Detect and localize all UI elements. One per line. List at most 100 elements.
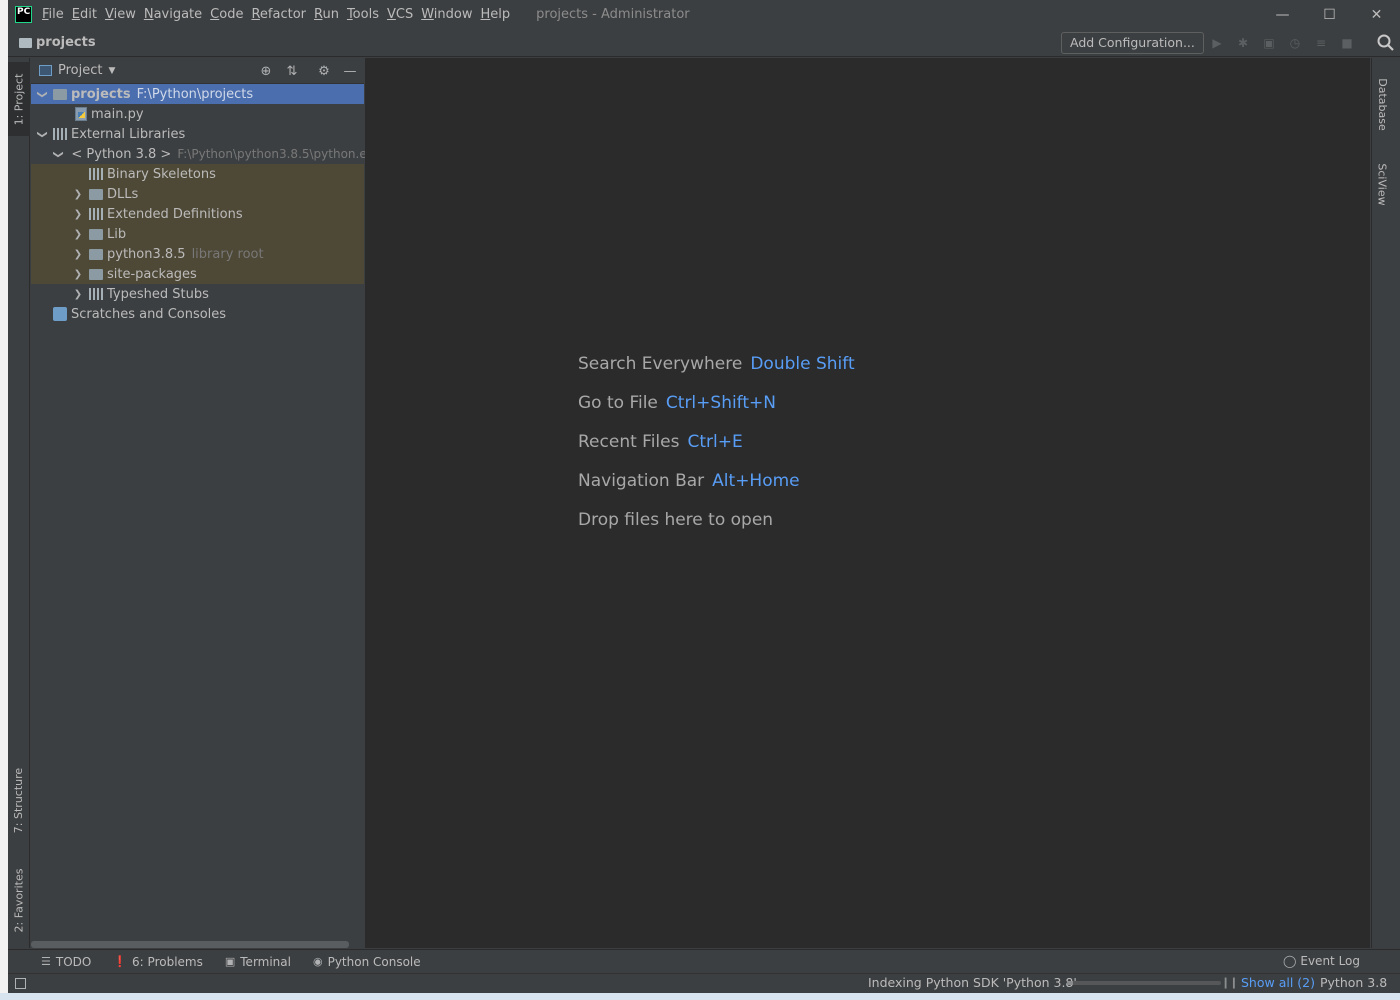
menu-view[interactable]: View	[105, 7, 136, 22]
right-tool-stripe: Database SciView	[1371, 58, 1392, 948]
tool-tab-database[interactable]: Database	[1372, 66, 1393, 142]
indexing-status: Indexing Python SDK 'Python 3.8'	[868, 975, 1077, 990]
chevron-right-icon[interactable]: ❯	[72, 189, 84, 200]
interpreter-selector[interactable]: Python 3.8	[1320, 975, 1387, 990]
tree-node-typeshed-stubs[interactable]: ❯ Typeshed Stubs	[31, 284, 364, 304]
tool-tab-todo[interactable]: ☰ TODO	[41, 955, 91, 969]
window-controls: — ☐ ✕	[1259, 0, 1400, 29]
hint-shortcut: Ctrl+Shift+N	[665, 393, 776, 413]
maximize-icon[interactable]: ☐	[1306, 0, 1353, 29]
hint-label: Navigation Bar	[578, 471, 705, 491]
gear-icon[interactable]: ⚙	[315, 62, 333, 80]
project-view-selector[interactable]: Project	[58, 63, 102, 78]
hide-icon[interactable]: —	[341, 62, 359, 80]
python-console-icon: ◉	[312, 955, 323, 968]
horizontal-scrollbar[interactable]	[31, 941, 349, 948]
chevron-right-icon[interactable]: ❯	[72, 209, 84, 220]
pause-icon[interactable]: ❙❙	[1221, 976, 1238, 989]
project-tool-window: Project ▼ ⊕ ⇅ ⚙ — ❯ projects F:\Python\p…	[31, 58, 381, 948]
tree-node-lib[interactable]: ❯ Lib	[31, 224, 364, 244]
tree-node-label: Lib	[107, 226, 127, 242]
tool-tab-database-label: Database	[1376, 77, 1389, 131]
locate-icon[interactable]: ⊕	[257, 62, 275, 80]
menu-help[interactable]: Help	[481, 7, 511, 22]
menu-refactor[interactable]: Refactor	[251, 7, 306, 22]
info-icon: ❗	[113, 955, 128, 968]
library-icon	[89, 208, 103, 220]
tool-tab-sciview-label: SciView	[1376, 162, 1390, 206]
tree-node-python-sdk[interactable]: ❯ < Python 3.8 > F:\Python\python3.8.5\p…	[31, 144, 381, 164]
breadcrumb-projects[interactable]: projects	[36, 35, 96, 50]
chevron-down-icon[interactable]: ❯	[53, 150, 64, 158]
search-icon[interactable]	[1376, 33, 1396, 53]
folder-icon	[89, 248, 103, 260]
menu-navigate[interactable]: Navigate	[144, 7, 202, 22]
tree-node-dlls[interactable]: ❯ DLLs	[31, 184, 364, 204]
profile-icon[interactable]: ◷	[1282, 34, 1308, 52]
tool-tab-favorites[interactable]: 2: Favorites	[8, 858, 30, 942]
editor-empty-area[interactable]: Search Everywhere Double Shift Go to File…	[365, 58, 1370, 948]
chevron-right-icon[interactable]: ❯	[72, 229, 84, 240]
menu-window[interactable]: Window	[421, 7, 472, 22]
tree-node-binary-skeletons[interactable]: Binary Skeletons	[31, 164, 364, 184]
folder-icon	[89, 188, 103, 200]
hint-recent-files: Recent Files Ctrl+E	[578, 432, 855, 471]
tree-node-external-libraries[interactable]: ❯ External Libraries	[31, 124, 364, 144]
hint-shortcut: Ctrl+E	[687, 432, 743, 452]
tree-node-site-packages[interactable]: ❯ site-packages	[31, 264, 364, 284]
coverage-icon[interactable]: ▣	[1256, 34, 1282, 52]
chevron-right-icon[interactable]: ❯	[72, 249, 84, 260]
close-icon[interactable]: ✕	[1353, 0, 1400, 29]
status-bar: Indexing Python SDK 'Python 3.8' ❙❙ Show…	[8, 973, 1400, 993]
python-file-icon	[75, 107, 87, 121]
tool-tab-problems[interactable]: ❗ 6: Problems	[113, 955, 203, 969]
tree-node-main-py[interactable]: main.py	[31, 104, 364, 124]
hint-navigation-bar: Navigation Bar Alt+Home	[578, 471, 855, 510]
project-panel-header: Project ▼ ⊕ ⇅ ⚙ —	[31, 58, 364, 84]
hint-go-to-file: Go to File Ctrl+Shift+N	[578, 393, 855, 432]
tool-tab-python-console[interactable]: ◉ Python Console	[313, 955, 421, 969]
tree-node-label: python3.8.5	[107, 246, 186, 262]
tree-node-python385[interactable]: ❯ python3.8.5 library root	[31, 244, 364, 264]
tree-node-label: Binary Skeletons	[107, 166, 216, 182]
navigation-bar: projects Add Configuration... ▶ ✱ ▣ ◷ ≡ …	[8, 29, 1400, 57]
menu-code[interactable]: Code	[210, 7, 243, 22]
menu-file[interactable]: File	[42, 7, 64, 22]
hint-label: Search Everywhere	[578, 354, 743, 374]
title-bar: PC File Edit View Navigate Code Refactor…	[8, 0, 1400, 29]
show-all-link[interactable]: Show all (2)	[1241, 975, 1315, 990]
menu-run[interactable]: Run	[314, 7, 339, 22]
tree-node-extended-definitions[interactable]: ❯ Extended Definitions	[31, 204, 364, 224]
chevron-right-icon[interactable]: ❯	[72, 269, 84, 280]
tool-tab-structure[interactable]: 7: Structure	[8, 758, 30, 842]
breadcrumb[interactable]: projects	[19, 35, 96, 50]
tool-tab-project-label: 1: Project	[12, 73, 26, 125]
main-menu: File Edit View Navigate Code Refactor Ru…	[42, 7, 518, 22]
stop-icon[interactable]: ■	[1334, 34, 1360, 52]
chevron-right-icon[interactable]: ❯	[72, 289, 84, 300]
tree-node-scratches[interactable]: Scratches and Consoles	[31, 304, 364, 324]
tree-node-path: F:\Python\python3.8.5\python.exe	[177, 147, 381, 161]
run-icon[interactable]: ▶	[1204, 34, 1230, 52]
minimize-icon[interactable]: —	[1259, 0, 1306, 29]
tool-tab-project[interactable]: 1: Project	[8, 62, 30, 136]
collapse-all-icon[interactable]: ⇅	[283, 62, 301, 80]
concurrency-icon[interactable]: ≡	[1308, 34, 1334, 52]
menu-vcs[interactable]: VCS	[387, 7, 413, 22]
chevron-down-icon[interactable]: ▼	[108, 66, 115, 76]
chevron-down-icon[interactable]: ❯	[37, 128, 48, 140]
project-tree: ❯ projects F:\Python\projects main.py ❯ …	[31, 84, 381, 324]
project-view-icon	[39, 65, 52, 76]
toggle-tool-windows-icon[interactable]	[15, 978, 26, 989]
debug-icon[interactable]: ✱	[1230, 34, 1256, 52]
tool-tab-event-log[interactable]: ◯ Event Log	[1283, 954, 1360, 968]
tool-tab-sciview[interactable]: SciView	[1372, 154, 1393, 214]
menu-tools[interactable]: Tools	[347, 7, 379, 22]
chevron-down-icon[interactable]: ❯	[37, 88, 48, 100]
tree-node-label: Typeshed Stubs	[107, 286, 209, 302]
add-configuration-button[interactable]: Add Configuration...	[1061, 32, 1204, 54]
editor-hints: Search Everywhere Double Shift Go to File…	[578, 354, 855, 549]
tool-tab-terminal[interactable]: ▣ Terminal	[225, 955, 291, 969]
tree-node-projects[interactable]: ❯ projects F:\Python\projects	[31, 84, 364, 104]
menu-edit[interactable]: Edit	[72, 7, 97, 22]
